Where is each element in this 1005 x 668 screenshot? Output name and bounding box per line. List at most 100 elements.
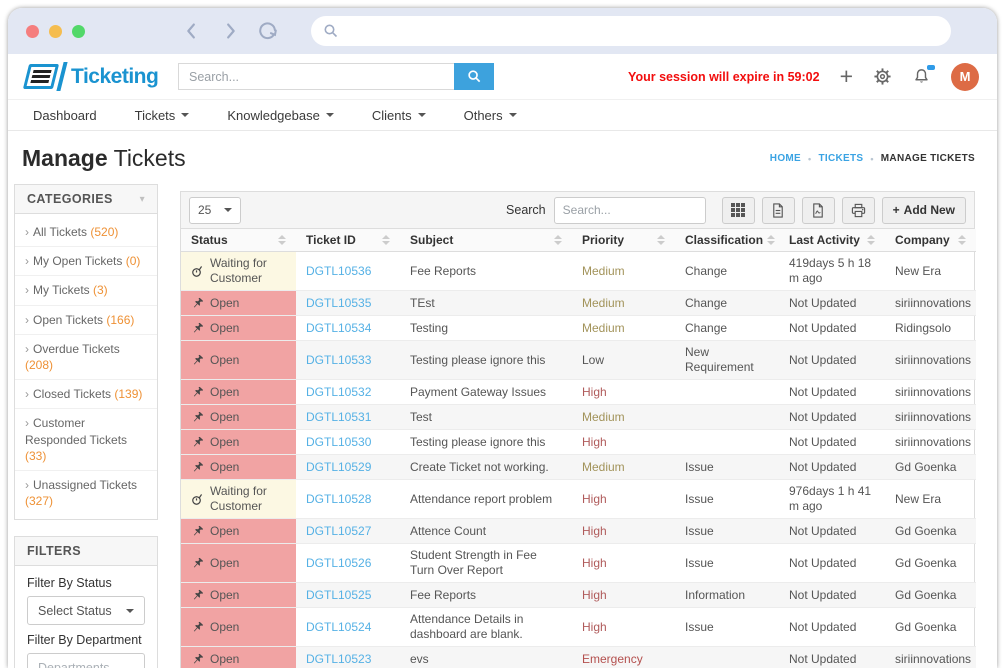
category-item[interactable]: ›Unassigned Tickets (327) (15, 471, 157, 515)
sort-icon (767, 235, 775, 245)
ticket-row[interactable]: Waiting for Customer DGTL10528 Attendanc… (181, 480, 976, 519)
nav-item-others[interactable]: Others (464, 108, 517, 123)
export-doc-button[interactable] (762, 197, 795, 224)
ticket-row[interactable]: Open DGTL10531 Test Medium Not Updated s… (181, 405, 976, 430)
global-search-button[interactable] (454, 63, 494, 90)
category-item[interactable]: ›Overdue Tickets (208) (15, 335, 157, 380)
nav-item-knowledgebase[interactable]: Knowledgebase (227, 108, 334, 123)
forward-icon[interactable] (219, 20, 241, 42)
category-item[interactable]: ›My Tickets (3) (15, 276, 157, 305)
ticket-row[interactable]: Open DGTL10527 Attence Count High Issue … (181, 519, 976, 544)
ticket-row[interactable]: Open DGTL10533 Testing please ignore thi… (181, 341, 976, 380)
ticket-id-link[interactable]: DGTL10536 (306, 264, 371, 278)
ticket-id-link[interactable]: DGTL10523 (306, 652, 371, 666)
ticket-row[interactable]: Open DGTL10526 Student Strength in Fee T… (181, 544, 976, 583)
add-new-button[interactable]: + Add New (882, 197, 966, 224)
ticket-status-cell: Open (181, 405, 296, 430)
ticket-row[interactable]: Open DGTL10525 Fee Reports High Informat… (181, 583, 976, 608)
breadcrumb-home[interactable]: HOME (770, 153, 801, 164)
table-search-input[interactable] (554, 197, 706, 224)
window-zoom-button[interactable] (72, 25, 85, 38)
ticket-id-cell: DGTL10524 (296, 608, 400, 647)
chevron-right-icon: › (25, 225, 29, 239)
ticket-row[interactable]: Open DGTL10530 Testing please ignore thi… (181, 430, 976, 455)
export-pdf-button[interactable] (802, 197, 835, 224)
table-toolbar: 25 Search (181, 192, 974, 229)
ticket-id-link[interactable]: DGTL10530 (306, 435, 371, 449)
category-item[interactable]: ›Open Tickets (166) (15, 306, 157, 335)
gear-icon[interactable] (873, 67, 892, 86)
chevron-down-icon (509, 113, 517, 117)
chevron-right-icon: › (25, 387, 29, 401)
global-search-input[interactable] (178, 63, 454, 90)
col-priority[interactable]: Priority (572, 229, 675, 252)
ticket-id-link[interactable]: DGTL10533 (306, 353, 371, 367)
ticket-row[interactable]: Open DGTL10523 evs Emergency Not Updated… (181, 647, 976, 668)
print-button[interactable] (842, 197, 875, 224)
window-close-button[interactable] (26, 25, 39, 38)
ticket-status-cell: Open (181, 430, 296, 455)
ticket-priority-cell: High (572, 480, 675, 519)
category-item[interactable]: ›All Tickets (520) (15, 218, 157, 247)
ticket-priority-cell: High (572, 519, 675, 544)
category-item[interactable]: ›Closed Tickets (139) (15, 380, 157, 409)
refresh-icon[interactable] (257, 20, 279, 42)
col-ticket-id[interactable]: Ticket ID (296, 229, 400, 252)
category-item[interactable]: ›My Open Tickets (0) (15, 247, 157, 276)
ticket-id-link[interactable]: DGTL10534 (306, 321, 371, 335)
breadcrumb-tickets[interactable]: TICKETS (818, 153, 863, 164)
ticket-classification-cell (675, 405, 779, 430)
app-logo[interactable]: Ticketing (26, 62, 166, 91)
ticket-last-activity-cell: Not Updated (779, 430, 885, 455)
ticket-id-link[interactable]: DGTL10532 (306, 385, 371, 399)
ticket-priority-cell: Emergency (572, 647, 675, 668)
ticket-row[interactable]: Waiting for Customer DGTL10536 Fee Repor… (181, 252, 976, 291)
col-classification[interactable]: Classification (675, 229, 779, 252)
nav-item-dashboard[interactable]: Dashboard (33, 108, 97, 123)
add-icon[interactable]: + (840, 65, 853, 88)
page-size-select[interactable]: 25 (189, 197, 241, 224)
ticket-company-cell: siriinnovations (885, 291, 976, 316)
filter-department-input[interactable] (27, 653, 145, 668)
ticket-id-link[interactable]: DGTL10528 (306, 492, 371, 506)
export-grid-button[interactable] (722, 197, 755, 224)
window-minimize-button[interactable] (49, 25, 62, 38)
avatar[interactable]: M (951, 63, 979, 91)
ticket-id-link[interactable]: DGTL10527 (306, 524, 371, 538)
ticket-row[interactable]: Open DGTL10529 Create Ticket not working… (181, 455, 976, 480)
back-icon[interactable] (181, 20, 203, 42)
category-item[interactable]: ›Customer Responded Tickets (33) (15, 409, 157, 471)
pin-icon (191, 386, 204, 399)
categories-header[interactable]: CATEGORIES ▾ (15, 185, 157, 214)
ticket-row[interactable]: Open DGTL10534 Testing Medium Change Not… (181, 316, 976, 341)
ticket-last-activity-cell: 419days 5 h 18 m ago (779, 252, 885, 291)
ticket-id-link[interactable]: DGTL10535 (306, 296, 371, 310)
ticket-id-link[interactable]: DGTL10524 (306, 620, 371, 634)
tickets-main: 25 Search (180, 191, 975, 668)
nav-item-clients[interactable]: Clients (372, 108, 426, 123)
col-subject[interactable]: Subject (400, 229, 572, 252)
ticket-row[interactable]: Open DGTL10532 Payment Gateway Issues Hi… (181, 380, 976, 405)
col-status[interactable]: Status (181, 229, 296, 252)
printer-icon (851, 203, 866, 218)
ticket-subject-cell: Testing please ignore this (400, 341, 572, 380)
ticket-id-link[interactable]: DGTL10526 (306, 556, 371, 570)
ticket-id-link[interactable]: DGTL10525 (306, 588, 371, 602)
ticket-id-link[interactable]: DGTL10531 (306, 410, 371, 424)
traffic-lights (26, 25, 85, 38)
ticket-row[interactable]: Open DGTL10524 Attendance Details in das… (181, 608, 976, 647)
ticket-row[interactable]: Open DGTL10535 TEst Medium Change Not Up… (181, 291, 976, 316)
col-company[interactable]: Company (885, 229, 976, 252)
notifications-bell[interactable] (912, 67, 931, 86)
url-bar[interactable] (311, 16, 951, 46)
waiting-icon (191, 265, 204, 278)
ticket-priority-cell: Medium (572, 291, 675, 316)
col-last-activity[interactable]: Last Activity (779, 229, 885, 252)
nav-item-tickets[interactable]: Tickets (135, 108, 190, 123)
filters-panel: FILTERS Filter By Status Select Status F… (14, 536, 158, 668)
ticket-priority-cell: Low (572, 341, 675, 380)
ticket-last-activity-cell: Not Updated (779, 647, 885, 668)
ticket-id-link[interactable]: DGTL10529 (306, 460, 371, 474)
filter-status-select[interactable]: Select Status (27, 596, 145, 625)
ticket-id-cell: DGTL10534 (296, 316, 400, 341)
